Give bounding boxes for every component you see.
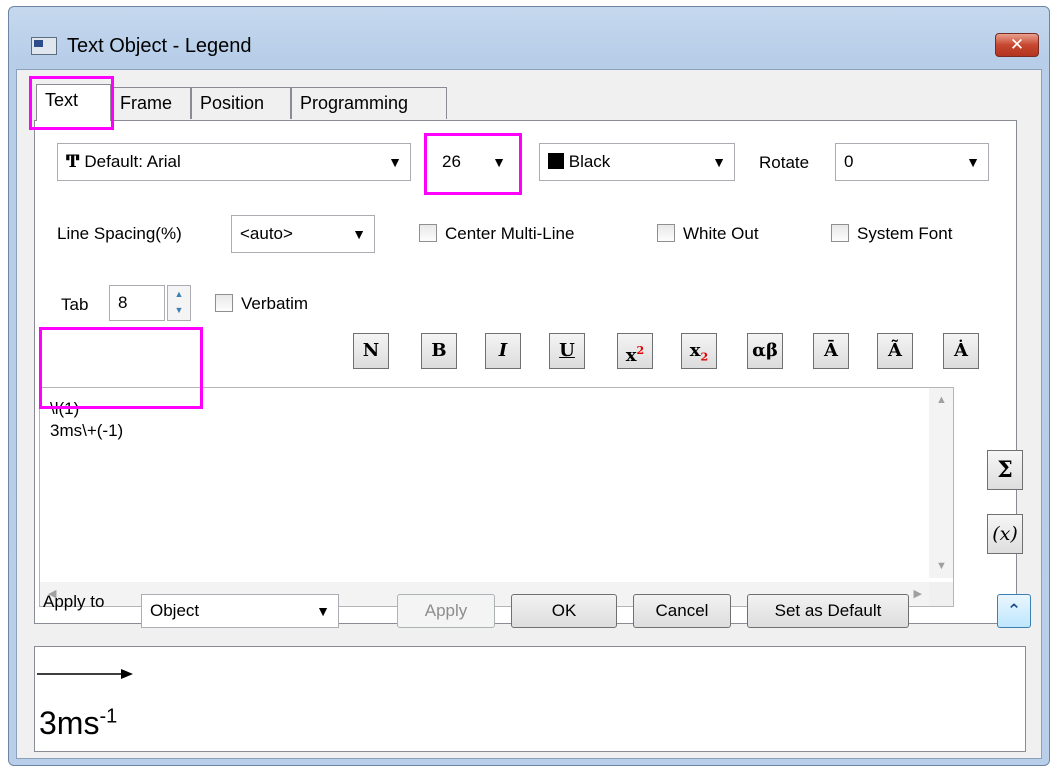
apply-to-value: Object — [150, 601, 200, 620]
bold-button[interactable]: B — [421, 333, 457, 369]
tab-programming[interactable]: Programming — [291, 87, 447, 119]
system-font-label: System Font — [857, 224, 953, 243]
dialog-window: Text Object - Legend ✕ Text Frame Positi… — [8, 6, 1050, 766]
spin-down-icon[interactable]: ▼ — [168, 302, 190, 318]
center-multiline-label: Center Multi-Line — [445, 224, 575, 243]
ok-button[interactable]: OK — [511, 594, 617, 628]
underline-button[interactable]: U — [549, 333, 585, 369]
set-as-default-button[interactable]: Set as Default — [747, 594, 909, 628]
color-value: Black — [568, 152, 611, 171]
overbar-button[interactable]: Ā — [813, 333, 849, 369]
chevron-down-icon: ▼ — [388, 154, 402, 170]
preview-superscript: -1 — [99, 705, 118, 728]
highlight-font-size — [424, 133, 522, 195]
apply-button[interactable]: Apply — [397, 594, 495, 628]
color-select[interactable]: Black ▼ — [539, 143, 735, 181]
font-select[interactable]: Ͳ Default: Arial ▼ — [57, 143, 411, 181]
tab-size-spinner[interactable]: ▲ ▼ — [167, 285, 191, 321]
subscript-mark: 2 — [700, 350, 709, 364]
center-multiline-checkbox[interactable]: Center Multi-Line — [419, 223, 574, 245]
subscript-button[interactable]: x2 — [681, 333, 717, 369]
italic-button[interactable]: I — [485, 333, 521, 369]
checkbox-box — [215, 294, 233, 312]
checkbox-box — [657, 224, 675, 242]
tab-frame[interactable]: Frame — [111, 87, 191, 119]
superscript-base: x — [625, 345, 637, 366]
font-icon: Ͳ — [66, 152, 80, 172]
verbatim-label: Verbatim — [241, 294, 309, 313]
highlight-text-tab — [29, 76, 114, 130]
chevron-down-icon: ▼ — [316, 603, 330, 619]
line-spacing-select[interactable]: <auto> ▼ — [231, 215, 375, 253]
apply-to-select[interactable]: Object ▼ — [141, 594, 339, 628]
title-bar: Text Object - Legend ✕ — [9, 7, 1049, 69]
chevron-down-icon: ▼ — [966, 154, 980, 170]
scroll-corner — [929, 582, 953, 606]
vertical-scrollbar[interactable]: ▲ ▼ — [929, 388, 953, 578]
rotate-value: 0 — [844, 152, 854, 171]
tab-position[interactable]: Position — [191, 87, 291, 119]
line-spacing-label: Line Spacing(%) — [57, 224, 182, 243]
window-title: Text Object - Legend — [67, 35, 252, 57]
line-spacing-value: <auto> — [240, 224, 293, 243]
chevron-down-icon: ▼ — [352, 226, 366, 242]
preview-panel: 3ms-1 — [34, 646, 1026, 752]
close-button[interactable]: ✕ — [995, 33, 1039, 57]
cancel-button[interactable]: Cancel — [633, 594, 731, 628]
white-out-checkbox[interactable]: White Out — [657, 223, 759, 245]
preview-main-text: 3ms — [39, 705, 100, 741]
scroll-up-icon[interactable]: ▲ — [936, 394, 947, 406]
rotate-label: Rotate — [759, 153, 810, 172]
tab-size-label: Tab — [61, 295, 89, 314]
system-font-checkbox[interactable]: System Font — [831, 223, 952, 245]
color-swatch — [548, 153, 564, 169]
superscript-mark: 2 — [636, 344, 645, 357]
scroll-right-icon[interactable]: ▶ — [914, 587, 922, 600]
greek-button[interactable]: αβ — [747, 333, 783, 369]
checkbox-box — [419, 224, 437, 242]
arrow-line-icon — [37, 669, 133, 679]
rotate-select[interactable]: 0 ▼ — [835, 143, 989, 181]
spin-up-icon[interactable]: ▲ — [168, 286, 190, 302]
preview-text: 3ms-1 — [39, 705, 117, 742]
app-icon — [31, 37, 57, 55]
verbatim-checkbox[interactable]: Verbatim — [215, 293, 308, 315]
superscript-button[interactable]: x2 — [617, 333, 653, 369]
collapse-preview-button[interactable]: ⌃ — [997, 594, 1031, 628]
function-button[interactable]: (x) — [987, 514, 1023, 554]
white-out-label: White Out — [683, 224, 759, 243]
dialog-client: Text Frame Position Programming Ͳ Defaul… — [16, 69, 1042, 759]
apply-to-label: Apply to — [43, 592, 105, 611]
normal-button[interactable]: N — [353, 333, 389, 369]
tilde-button[interactable]: Ã — [877, 333, 913, 369]
subscript-base: x — [689, 340, 701, 361]
chevron-down-icon: ▼ — [712, 154, 726, 170]
text-editor[interactable]: \l(1) 3ms\+(-1) ▲ ▼ ◀ ▶ — [39, 387, 954, 607]
highlight-editor-text — [39, 327, 203, 409]
dot-accent-button[interactable]: Ȧ — [943, 333, 979, 369]
font-value: Default: Arial — [84, 152, 181, 171]
tab-size-input[interactable]: 8 — [109, 285, 165, 321]
checkbox-box — [831, 224, 849, 242]
scroll-down-icon[interactable]: ▼ — [936, 560, 947, 572]
sigma-button[interactable]: Σ — [987, 450, 1023, 490]
